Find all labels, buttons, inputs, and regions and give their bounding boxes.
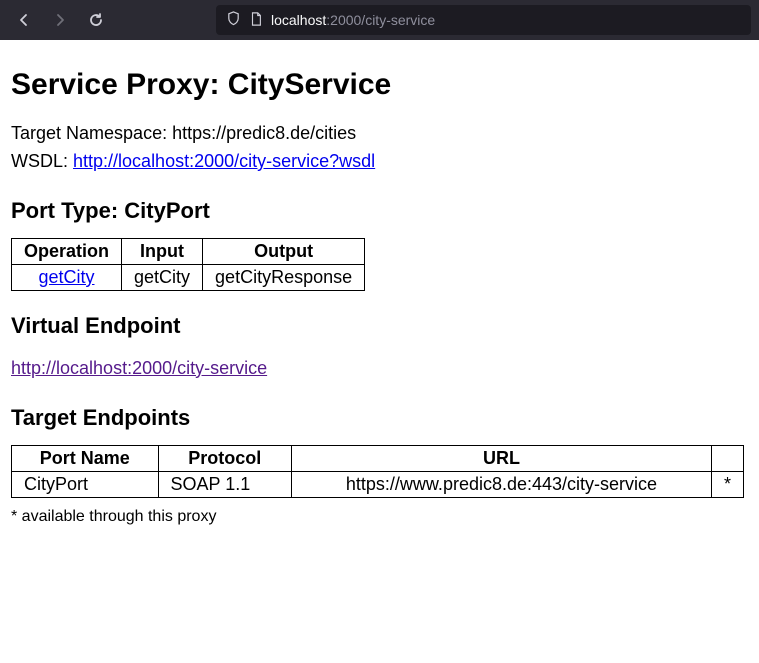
col-output: Output — [203, 238, 365, 264]
wsdl-label: WSDL: — [11, 151, 73, 171]
target-namespace-label: Target Namespace: — [11, 123, 172, 143]
wsdl-link[interactable]: http://localhost:2000/city-service?wsdl — [73, 151, 375, 171]
cell-port-name: CityPort — [12, 471, 159, 497]
target-endpoints-heading: Target Endpoints — [11, 405, 748, 431]
reload-button[interactable] — [80, 4, 112, 36]
footnote: * available through this proxy — [11, 508, 748, 526]
browser-toolbar: localhost:2000/city-service — [0, 0, 759, 40]
port-type-heading: Port Type: CityPort — [11, 198, 748, 224]
col-url: URL — [291, 445, 711, 471]
table-header-row: Port Name Protocol URL — [12, 445, 744, 471]
cell-protocol: SOAP 1.1 — [158, 471, 291, 497]
forward-button[interactable] — [44, 4, 76, 36]
col-input: Input — [122, 238, 203, 264]
virtual-endpoint-heading: Virtual Endpoint — [11, 313, 748, 339]
col-port-name: Port Name — [12, 445, 159, 471]
cell-input: getCity — [122, 264, 203, 290]
col-flag — [711, 445, 743, 471]
operation-link[interactable]: getCity — [38, 267, 94, 287]
back-button[interactable] — [8, 4, 40, 36]
col-operation: Operation — [12, 238, 122, 264]
target-endpoints-table: Port Name Protocol URL CityPort SOAP 1.1… — [11, 445, 744, 498]
cell-url: https://www.predic8.de:443/city-service — [291, 471, 711, 497]
table-header-row: Operation Input Output — [12, 238, 365, 264]
target-namespace-value: https://predic8.de/cities — [172, 123, 356, 143]
col-protocol: Protocol — [158, 445, 291, 471]
service-meta: Target Namespace: https://predic8.de/cit… — [11, 120, 748, 176]
cell-output: getCityResponse — [203, 264, 365, 290]
page-content: Service Proxy: CityService Target Namesp… — [0, 40, 759, 536]
cell-flag: * — [711, 471, 743, 497]
shield-icon — [226, 11, 241, 29]
virtual-endpoint-link[interactable]: http://localhost:2000/city-service — [11, 358, 267, 378]
table-row: getCity getCity getCityResponse — [12, 264, 365, 290]
page-icon — [249, 12, 263, 29]
address-text: localhost:2000/city-service — [271, 12, 435, 28]
page-title: Service Proxy: CityService — [11, 68, 748, 102]
address-bar[interactable]: localhost:2000/city-service — [216, 5, 751, 35]
table-row: CityPort SOAP 1.1 https://www.predic8.de… — [12, 471, 744, 497]
port-type-table: Operation Input Output getCity getCity g… — [11, 238, 365, 291]
